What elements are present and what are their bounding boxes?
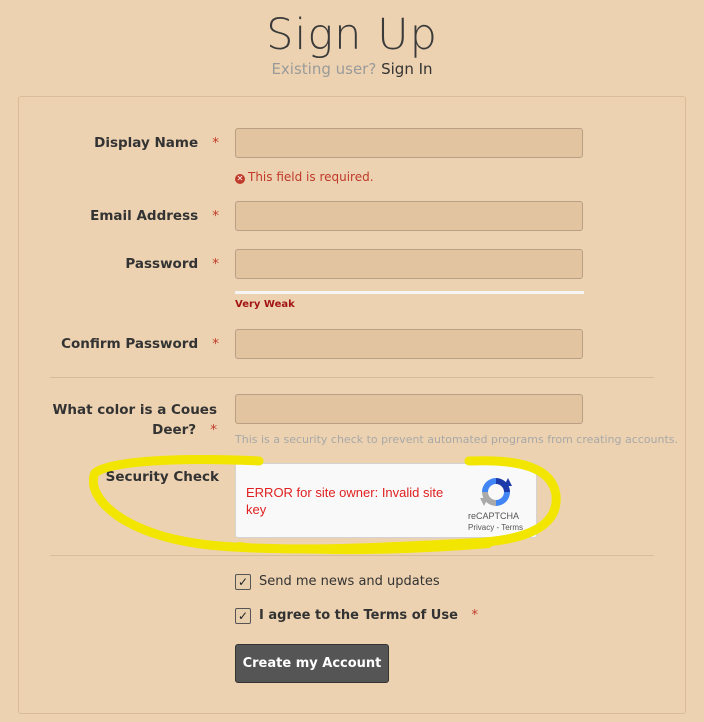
security-question-help: This is a security check to prevent auto…: [235, 433, 678, 446]
create-account-button[interactable]: Create my Account: [235, 644, 389, 683]
confirm-password-label: Confirm Password *: [61, 336, 219, 352]
security-check-label: Security Check: [105, 469, 219, 485]
recaptcha-terms-link[interactable]: Terms: [501, 523, 523, 532]
password-input[interactable]: [235, 249, 583, 279]
page-title: Sign Up: [266, 10, 438, 60]
recaptcha-brand: reCAPTCHA: [468, 511, 520, 521]
divider: [50, 555, 654, 556]
recaptcha-links: Privacy - Terms: [468, 523, 523, 532]
recaptcha-widget[interactable]: ERROR for site owner: Invalid site key r…: [235, 463, 537, 538]
password-strength-bar: [235, 291, 584, 294]
confirm-password-input[interactable]: [235, 329, 583, 359]
error-icon: ✕: [235, 174, 245, 184]
recaptcha-icon: [480, 478, 512, 506]
display-name-label: Display Name *: [94, 135, 219, 151]
sign-in-prompt: Existing user? Sign In: [0, 60, 704, 78]
security-question-label: What color is a Coues Deer? *: [52, 402, 217, 438]
recaptcha-privacy-link[interactable]: Privacy: [468, 523, 494, 532]
password-strength-label: Very Weak: [235, 299, 295, 310]
security-question-input[interactable]: [235, 394, 583, 424]
display-name-error: ✕ This field is required.: [235, 170, 374, 184]
sign-in-link[interactable]: Sign In: [381, 60, 432, 78]
signup-form: Display Name * ✕ This field is required. …: [18, 96, 686, 714]
password-label: Password *: [125, 256, 219, 272]
display-name-input[interactable]: [235, 128, 583, 158]
newsletter-label: Send me news and updates: [259, 574, 440, 589]
terms-checkbox[interactable]: ✓: [235, 608, 251, 624]
recaptcha-links-separator: -: [496, 523, 500, 532]
terms-of-use-link[interactable]: Terms of Use: [364, 608, 458, 623]
email-input[interactable]: [235, 201, 583, 231]
recaptcha-error: ERROR for site owner: Invalid site key: [246, 485, 444, 517]
divider: [50, 377, 654, 378]
required-marker: *: [212, 135, 219, 151]
email-label: Email Address *: [90, 208, 219, 224]
terms-label: I agree to the Terms of Use *: [259, 608, 478, 623]
newsletter-checkbox[interactable]: ✓: [235, 574, 251, 590]
existing-user-text: Existing user?: [271, 60, 377, 78]
